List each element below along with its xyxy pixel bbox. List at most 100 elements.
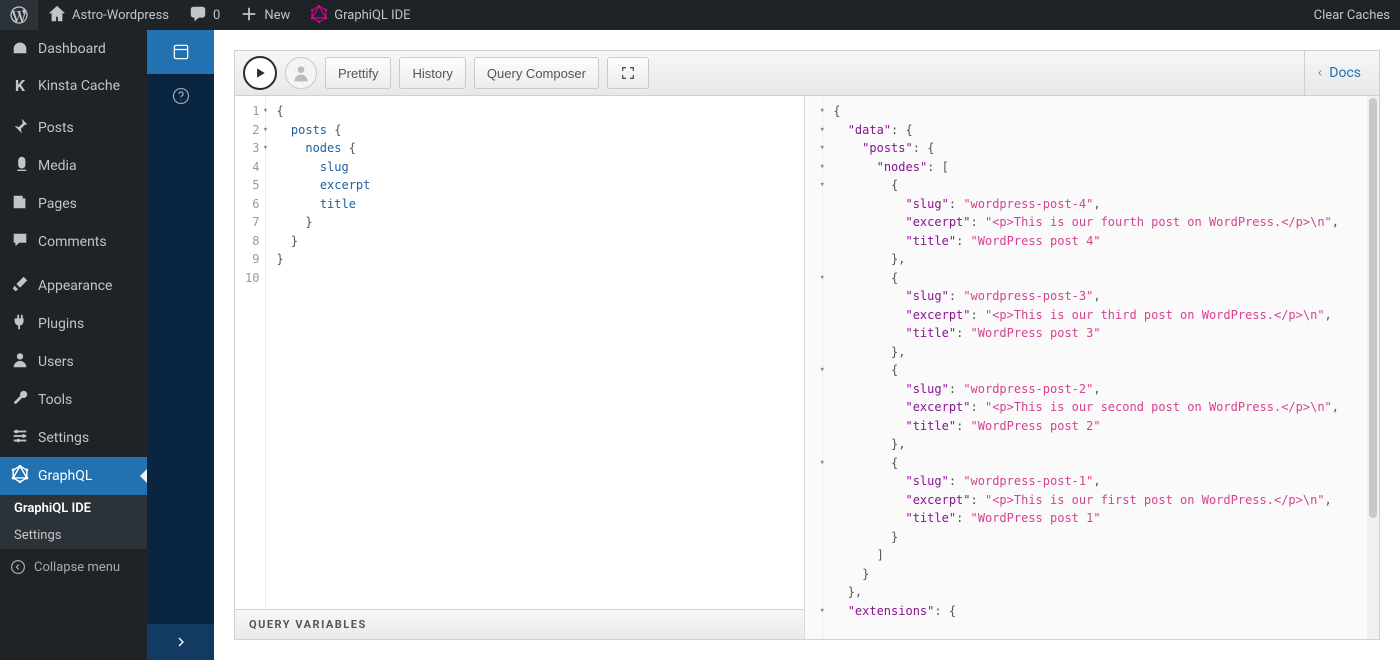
chevron-left-icon [1315,68,1325,78]
sidebar-item-label: Posts [38,120,74,136]
explorer-tab[interactable] [147,30,214,74]
history-button[interactable]: History [399,57,465,89]
sidebar-item-dashboard[interactable]: Dashboard [0,30,147,68]
fullscreen-icon [620,65,636,81]
query-composer-button[interactable]: Query Composer [474,57,599,89]
dash-icon [10,38,30,60]
media-icon [10,155,30,177]
help-tab[interactable] [147,74,214,118]
user-icon [10,351,30,373]
result-code: { "data": { "posts": { "nodes": [ { "slu… [823,96,1379,639]
wordpress-icon [10,6,28,24]
execute-button[interactable] [243,56,277,90]
graphiql-ide: Prettify History Query Composer Docs 1▾2… [214,30,1400,660]
help-icon [171,86,191,106]
auth-avatar-button[interactable] [285,57,317,89]
clear-caches-link[interactable]: Clear Caches [1304,0,1400,30]
clear-caches-label: Clear Caches [1314,8,1390,23]
query-pane: 1▾2▾3▾45678910 { posts { nodes { slug ex… [235,96,805,639]
collapse-menu-button[interactable]: Collapse menu [0,549,147,585]
comment-icon [189,5,207,26]
sidebar-subitem-graphiql-ide[interactable]: GraphiQL IDE [0,495,147,522]
sidebar-item-label: Dashboard [38,41,106,57]
sidebar-item-plugins[interactable]: Plugins [0,305,147,343]
fold-marker[interactable]: ▾ [817,139,827,158]
sidebar-item-label: Users [38,354,74,370]
pin-icon [10,117,30,139]
sidebar-subitem-settings[interactable]: Settings [0,522,147,549]
graphiql-ide-link[interactable]: GraphiQL IDE [300,0,420,30]
site-home-link[interactable]: Astro-Wordpress [38,0,179,30]
query-editor[interactable]: 1▾2▾3▾45678910 { posts { nodes { slug ex… [235,96,804,609]
comments-link[interactable]: 0 [179,0,230,30]
result-scroll-thumb[interactable] [1369,98,1377,518]
collapse-icon [10,559,26,575]
graphql-icon [10,465,30,487]
docs-label: Docs [1329,65,1361,81]
sidebar-item-pages[interactable]: Pages [0,185,147,223]
play-icon [253,66,267,80]
result-gutter: ▾▾▾▾▾ ▾ ▾ ▾ ▾ [805,96,823,639]
fullscreen-button[interactable] [607,57,649,89]
sidebar-item-label: GraphQL [38,468,92,484]
avatar-icon [291,63,311,83]
new-label: New [264,8,290,23]
fold-marker[interactable]: ▾ [817,602,827,621]
sidebar-item-label: Kinsta Cache [38,78,120,94]
sidebar-item-label: Media [38,158,77,174]
sidebar-item-appearance[interactable]: Appearance [0,267,147,305]
sidebar-item-posts[interactable]: Posts [0,109,147,147]
fold-marker[interactable]: ▾ [260,121,270,140]
home-icon [48,5,66,26]
chevron-right-icon [173,634,189,650]
prettify-button[interactable]: Prettify [325,57,391,89]
admin-top-bar: Astro-Wordpress 0 New GraphiQL IDE Clear… [0,0,1400,30]
sidebar-item-kinsta-cache[interactable]: K Kinsta Cache [0,68,147,103]
sidebar-item-label: Plugins [38,316,84,332]
sidebar-item-label: Appearance [38,278,112,294]
sidebar-item-label: Pages [38,196,77,212]
collapse-label: Collapse menu [34,560,120,575]
page-icon [10,193,30,215]
query-variables-header[interactable]: QUERY VARIABLES [235,609,804,639]
comment-icon [10,231,30,253]
sidebar-item-users[interactable]: Users [0,343,147,381]
result-scrollbar[interactable] [1367,96,1379,639]
result-viewer[interactable]: ▾▾▾▾▾ ▾ ▾ ▾ ▾ { "data": { "posts": { "no… [805,96,1379,639]
fold-marker[interactable]: ▾ [817,454,827,473]
wordpress-logo[interactable] [0,0,38,30]
query-gutter: 1▾2▾3▾45678910 [235,96,266,609]
explorer-icon [171,42,191,62]
fold-marker[interactable]: ▾ [260,139,270,158]
k-icon: K [10,76,30,95]
sidebar-item-label: Comments [38,234,107,250]
plus-icon [240,5,258,26]
plug-icon [10,313,30,335]
sidebar-item-settings[interactable]: Settings [0,419,147,457]
fold-marker[interactable]: ▾ [817,102,827,121]
fold-marker[interactable]: ▾ [817,361,827,380]
fold-marker[interactable]: ▾ [817,121,827,140]
sidebar-item-graphql[interactable]: GraphQL [0,457,147,495]
wrench-icon [10,389,30,411]
graphiql-body: 1▾2▾3▾45678910 { posts { nodes { slug ex… [234,96,1380,640]
graphiql-label: GraphiQL IDE [334,8,410,23]
brush-icon [10,275,30,297]
query-code[interactable]: { posts { nodes { slug excerpt title } }… [266,96,804,609]
fold-marker[interactable]: ▾ [817,176,827,195]
fold-marker[interactable]: ▾ [260,102,270,121]
site-name: Astro-Wordpress [72,8,169,23]
fold-marker[interactable]: ▾ [817,158,827,177]
docs-toggle[interactable]: Docs [1304,50,1371,96]
sidebar-item-media[interactable]: Media [0,147,147,185]
new-link[interactable]: New [230,0,300,30]
fold-marker[interactable]: ▾ [817,269,827,288]
graphql-icon [310,5,328,26]
rail-expand-button[interactable] [147,624,214,660]
sidebar-item-tools[interactable]: Tools [0,381,147,419]
admin-sidebar: Dashboard K Kinsta Cache Posts Media Pages Com… [0,30,147,660]
sidebar-item-label: Settings [38,430,89,446]
comments-count: 0 [213,8,220,23]
settings-icon [10,427,30,449]
sidebar-item-comments[interactable]: Comments [0,223,147,261]
